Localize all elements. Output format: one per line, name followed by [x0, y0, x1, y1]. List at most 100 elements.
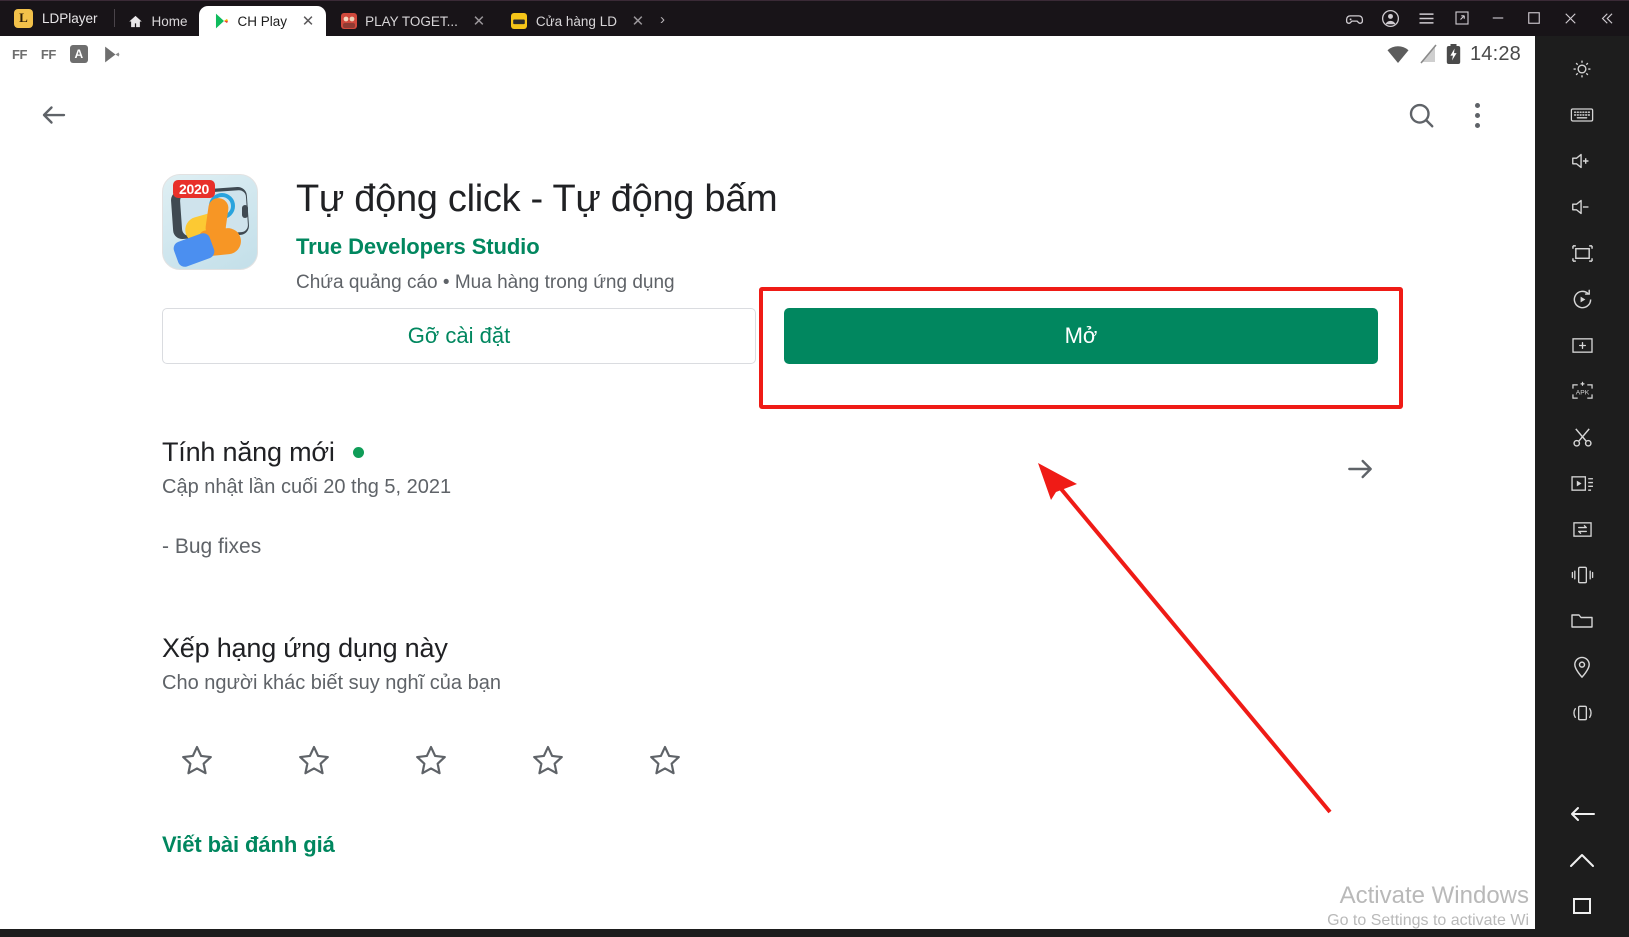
back-nav-icon[interactable]	[1535, 791, 1629, 837]
whats-new-title: Tính năng mới	[162, 436, 335, 467]
open-button-wrapper: Mở	[784, 307, 1378, 364]
account-icon[interactable]	[1373, 3, 1407, 33]
keyboard-icon[interactable]	[1535, 92, 1629, 138]
arrow-right-icon[interactable]	[1332, 441, 1388, 497]
last-updated-label: Cập nhật lần cuối 20 thg 5, 2021	[162, 475, 452, 498]
new-badge-dot-icon	[352, 446, 364, 458]
location-icon[interactable]	[1535, 644, 1629, 690]
play-store-icon	[102, 45, 121, 64]
ldplayer-side-toolbar: APK	[1535, 36, 1629, 937]
tab-ld-store-label: Cửa hàng LD	[535, 13, 617, 29]
sync-icon[interactable]	[1535, 506, 1629, 552]
page-title: Tự động click - Tự động bấm	[296, 178, 778, 220]
tab-home-label: Home	[151, 13, 188, 29]
meta-separator: •	[442, 271, 450, 293]
menu-icon[interactable]	[1409, 3, 1443, 33]
contains-ads-label: Chứa quảng cáo	[296, 271, 438, 293]
tab-play-together[interactable]: PLAY TOGET... ✕	[326, 6, 497, 36]
minimize-icon[interactable]	[1481, 3, 1515, 33]
vibrate-icon[interactable]	[1535, 690, 1629, 736]
star-icon-1[interactable]	[178, 742, 216, 780]
apk-install-icon[interactable]: APK	[1535, 368, 1629, 414]
android-status-bar: FF FF A 14:28	[0, 36, 1535, 72]
volume-up-icon[interactable]	[1535, 138, 1629, 184]
play-store-icon	[213, 13, 230, 30]
tab-home[interactable]: Home	[117, 6, 199, 36]
shake-icon[interactable]	[1535, 552, 1629, 598]
collapse-icon[interactable]	[1589, 3, 1623, 33]
ff-badge: FF	[40, 46, 56, 62]
star-icon-5[interactable]	[646, 742, 684, 780]
window-controls	[1337, 0, 1629, 36]
gamepad-icon[interactable]	[1337, 3, 1371, 33]
wifi-icon	[1386, 44, 1410, 64]
app-detail-page: 2020 Tự động click - Tự động bấm True De…	[0, 154, 1535, 937]
rate-app-subtitle: Cho người khác biết suy nghĩ của bạn	[162, 671, 501, 694]
fullscreen-icon[interactable]	[1535, 230, 1629, 276]
add-window-icon[interactable]	[1535, 322, 1629, 368]
recents-nav-icon[interactable]	[1535, 883, 1629, 929]
search-icon[interactable]	[1393, 87, 1449, 143]
signal-off-icon	[1419, 44, 1437, 64]
close-icon[interactable]	[1553, 3, 1587, 33]
tab-overflow-chevron-icon[interactable]: ›	[656, 11, 671, 36]
settings-icon[interactable]	[1535, 46, 1629, 92]
whats-new-section: Tính năng mới Cập nhật lần cuối 20 thg 5…	[0, 437, 1535, 559]
window-titlebar: L LDPlayer Home CH Play ✕ PLAY TOGET... …	[0, 0, 1629, 36]
home-icon	[127, 13, 144, 30]
brand-text: LDPlayer	[42, 10, 98, 26]
star-rating-control[interactable]	[162, 742, 1535, 780]
rate-app-title: Xếp hạng ứng dụng này	[162, 632, 448, 663]
app-header: 2020 Tự động click - Tự động bấm True De…	[0, 154, 1535, 294]
in-app-purchases-label: Mua hàng trong ứng dụng	[454, 271, 675, 293]
status-bar-system-icons: 14:28	[1386, 43, 1521, 66]
battery-charging-icon	[1446, 43, 1461, 65]
app-meta-line: Chứa quảng cáo • Mua hàng trong ứng dụng	[296, 272, 777, 294]
rotate-icon[interactable]	[1535, 276, 1629, 322]
star-icon-4[interactable]	[529, 742, 567, 780]
brand-label: L LDPlayer	[0, 0, 114, 36]
app-meta: Tự động click - Tự động bấm True Develop…	[258, 174, 778, 294]
maximize-icon[interactable]	[1517, 3, 1551, 33]
app-icon-image: 2020	[162, 174, 258, 270]
kebab-menu-icon[interactable]	[1449, 87, 1505, 143]
folder-icon[interactable]	[1535, 598, 1629, 644]
open-button[interactable]: Mở	[784, 307, 1378, 364]
whats-new-body: - Bug fixes	[162, 534, 262, 558]
status-bar-clock: 14:28	[1469, 42, 1521, 65]
back-arrow-icon[interactable]	[26, 87, 82, 143]
rate-app-section: Xếp hạng ứng dụng này Cho người khác biế…	[0, 633, 1535, 858]
navigation-buttons	[1535, 791, 1629, 937]
svg-text:APK: APK	[1575, 389, 1589, 396]
star-icon-2[interactable]	[295, 742, 333, 780]
app-icon	[340, 13, 357, 30]
tab-ch-play-label: CH Play	[237, 13, 288, 29]
status-bar-notifications: FF FF A	[12, 45, 121, 64]
tab-play-together-label: PLAY TOGET...	[365, 13, 458, 29]
app-action-buttons: Gỡ cài đặt Mở	[0, 294, 1535, 364]
play-store-action-bar	[0, 76, 1535, 154]
ldplayer-logo-icon: L	[14, 8, 33, 28]
scissors-icon[interactable]	[1535, 414, 1629, 460]
app-icon-year-badge: 2020	[173, 180, 215, 198]
macro-record-icon[interactable]	[1535, 460, 1629, 506]
tab-ld-store[interactable]: Cửa hàng LD ✕	[497, 6, 656, 36]
titlebar-divider	[113, 9, 115, 27]
tab-ch-play[interactable]: CH Play ✕	[198, 6, 327, 36]
close-icon[interactable]: ✕	[301, 14, 315, 29]
resize-icon[interactable]	[1445, 3, 1479, 33]
whats-new-title-row: Tính năng mới	[162, 437, 1535, 468]
developer-link[interactable]: True Developers Studio	[296, 234, 777, 260]
home-nav-icon[interactable]	[1535, 837, 1629, 883]
ff-badge: FF	[12, 46, 27, 62]
close-icon[interactable]: ✕	[631, 14, 645, 29]
write-review-link[interactable]: Viết bài đánh giá	[162, 832, 1535, 858]
a-badge: A	[69, 45, 88, 63]
uninstall-button[interactable]: Gỡ cài đặt	[162, 307, 756, 364]
ldplayer-window: L LDPlayer Home CH Play ✕ PLAY TOGET... …	[0, 0, 1629, 937]
star-icon-3[interactable]	[412, 742, 450, 780]
volume-down-icon[interactable]	[1535, 184, 1629, 230]
ld-store-icon	[511, 13, 528, 30]
bottom-strip	[0, 929, 1535, 937]
close-icon[interactable]: ✕	[472, 14, 486, 29]
